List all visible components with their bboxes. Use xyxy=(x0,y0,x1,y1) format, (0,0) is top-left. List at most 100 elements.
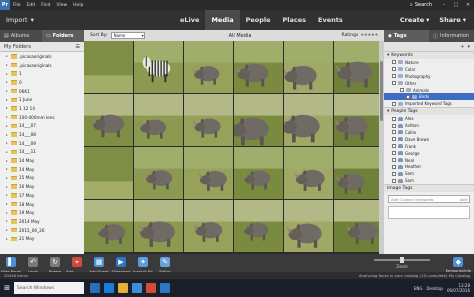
photo-thumbnail[interactable] xyxy=(284,94,334,147)
list-view-icon[interactable]: ☰ xyxy=(76,44,80,50)
expand-arrow-icon[interactable]: ▸ xyxy=(6,202,9,206)
folder-item[interactable]: ▸ 14 May xyxy=(0,156,84,165)
event-button[interactable]: ▦Add Event xyxy=(88,254,110,274)
expand-arrow-icon[interactable]: ▸ xyxy=(6,124,9,128)
checkbox[interactable] xyxy=(392,171,396,176)
photo-thumbnail[interactable] xyxy=(284,41,334,94)
checkbox[interactable] xyxy=(392,74,396,79)
search-button[interactable]: ⌕ Search xyxy=(404,2,438,8)
checkbox[interactable] xyxy=(392,101,396,106)
scrollbar-knob[interactable] xyxy=(380,61,383,121)
folder-item[interactable]: ▸ 100-400mm lens xyxy=(0,113,84,122)
menu-find[interactable]: Find xyxy=(38,3,53,8)
taskbar-search-input[interactable]: Search Windows xyxy=(14,282,84,294)
people-tags-section[interactable]: ▾ People Tags xyxy=(384,107,474,116)
task-view-icon[interactable] xyxy=(90,283,100,293)
expand-arrow-icon[interactable]: ▸ xyxy=(6,89,9,93)
clock[interactable]: 13:28 06/07/2016 xyxy=(447,283,470,293)
tab-albums[interactable]: ▤ Albums xyxy=(0,30,42,42)
expand-arrow-icon[interactable]: ▸ xyxy=(6,63,9,67)
photo-thumbnail[interactable] xyxy=(334,147,384,200)
photo-thumbnail[interactable] xyxy=(84,147,134,200)
checkbox[interactable] xyxy=(406,94,410,99)
custom-keyword-input[interactable]: Add Custom Keywords Add xyxy=(388,195,470,204)
people-tag-item[interactable]: Alex xyxy=(384,115,474,122)
expand-arrow-icon[interactable]: ▸ xyxy=(6,98,9,102)
tab-media[interactable]: Media xyxy=(205,10,240,30)
photo-thumbnail[interactable] xyxy=(234,200,284,253)
people-tag-item[interactable]: Sam xyxy=(384,170,474,177)
undo-button[interactable]: ↶Undo xyxy=(22,254,44,274)
create-button[interactable]: Create ▾ xyxy=(400,16,430,24)
people-tag-item[interactable]: George xyxy=(384,150,474,157)
editor-button[interactable]: ✎Editor xyxy=(154,254,176,274)
store-icon[interactable] xyxy=(132,283,142,293)
desktop-toolbar[interactable]: Desktop xyxy=(426,286,443,291)
photo-thumbnail[interactable] xyxy=(334,94,384,147)
menu-help[interactable]: Help xyxy=(70,3,86,8)
photo-thumbnail[interactable] xyxy=(184,147,234,200)
folder-item[interactable]: ▸ 16 May xyxy=(0,182,84,191)
checkbox[interactable] xyxy=(392,151,396,156)
photo-thumbnail[interactable] xyxy=(84,94,134,147)
keyword-animals[interactable]: Animals xyxy=(384,87,474,94)
folder-item[interactable]: ▸ 0 xyxy=(0,78,84,87)
keywords-section[interactable]: ▾ Keywords xyxy=(384,51,474,59)
keyword-other[interactable]: Other xyxy=(384,80,474,87)
maximize-button[interactable]: □ xyxy=(450,2,462,8)
photo-thumbnail[interactable] xyxy=(134,94,184,147)
checkbox[interactable] xyxy=(392,67,396,72)
tab-elive[interactable]: eLive xyxy=(174,10,205,30)
tab-tags[interactable]: ◆ Tags xyxy=(384,30,429,42)
expand-arrow-icon[interactable]: ▸ xyxy=(6,185,9,189)
add-keyword-button[interactable]: Add xyxy=(460,197,467,202)
language-indicator[interactable]: ENG xyxy=(414,286,423,291)
photo-thumbnail[interactable] xyxy=(234,147,284,200)
photo-thumbnail[interactable] xyxy=(184,94,234,147)
file-explorer-icon[interactable] xyxy=(118,283,128,293)
expand-arrow-icon[interactable]: ▸ xyxy=(6,193,9,197)
instant-fix-button[interactable]: ✦Instant Fix xyxy=(132,254,154,274)
expand-arrow-icon[interactable]: ▸ xyxy=(6,176,9,180)
folder-item[interactable]: ▸ 17 May xyxy=(0,191,84,200)
folder-item[interactable]: ▸ 14 May xyxy=(0,165,84,174)
folder-item[interactable]: ▸ 15 May xyxy=(0,174,84,183)
expand-arrow-icon[interactable]: ▸ xyxy=(6,141,9,145)
expand-arrow-icon[interactable]: ▸ xyxy=(6,219,9,223)
people-tag-item[interactable]: Callie xyxy=(384,129,474,136)
photo-thumbnail[interactable] xyxy=(134,41,184,94)
ratings-stars[interactable]: ★★★★★ xyxy=(360,33,378,38)
photo-thumbnail[interactable] xyxy=(134,147,184,200)
tab-people[interactable]: People xyxy=(240,10,277,30)
minimize-button[interactable]: – xyxy=(438,2,450,8)
expand-arrow-icon[interactable]: ▸ xyxy=(6,211,9,215)
folder-item[interactable]: ▸ 2015_06_26 xyxy=(0,226,84,235)
folder-item[interactable]: ▸ 14___09 xyxy=(0,139,84,148)
folder-item[interactable]: ▸ 1 xyxy=(0,69,84,78)
menu-edit[interactable]: Edit xyxy=(24,3,39,8)
tab-places[interactable]: Places xyxy=(277,10,313,30)
folder-item[interactable]: ▸ 14___07 xyxy=(0,122,84,131)
tab-events[interactable]: Events xyxy=(312,10,349,30)
expand-arrow-icon[interactable]: ▸ xyxy=(6,115,9,119)
rotate-button[interactable]: ↻Rotate xyxy=(44,254,66,274)
folder-item[interactable]: ▸ 19 May xyxy=(0,208,84,217)
photo-app-icon[interactable] xyxy=(146,283,156,293)
expand-arrow-icon[interactable]: ▸ xyxy=(6,72,9,76)
people-tag-item[interactable]: Dave Brown xyxy=(384,136,474,143)
expand-arrow-icon[interactable]: ▸ xyxy=(6,228,9,232)
people-tag-item[interactable]: Heather xyxy=(384,163,474,170)
folder-item[interactable]: ▸ 14___08 xyxy=(0,130,84,139)
checkbox[interactable] xyxy=(392,81,396,86)
menu-file[interactable]: File xyxy=(10,3,24,8)
people-tag-item[interactable]: Frank xyxy=(384,143,474,150)
import-button[interactable]: Import ▾ xyxy=(0,16,130,24)
folder-item[interactable]: ▸ 06K1 xyxy=(0,87,84,96)
folder-item[interactable]: ▸ 2014 May xyxy=(0,217,84,226)
people-tag-item[interactable]: Sam xyxy=(384,177,474,184)
photo-thumbnail[interactable] xyxy=(184,200,234,253)
expand-arrow-icon[interactable]: ▸ xyxy=(6,150,9,154)
photo-thumbnail[interactable] xyxy=(284,147,334,200)
folder-item[interactable]: ▸ .picasaoriginals xyxy=(0,61,84,70)
folder-item[interactable]: ▸ 1 12 14 xyxy=(0,104,84,113)
